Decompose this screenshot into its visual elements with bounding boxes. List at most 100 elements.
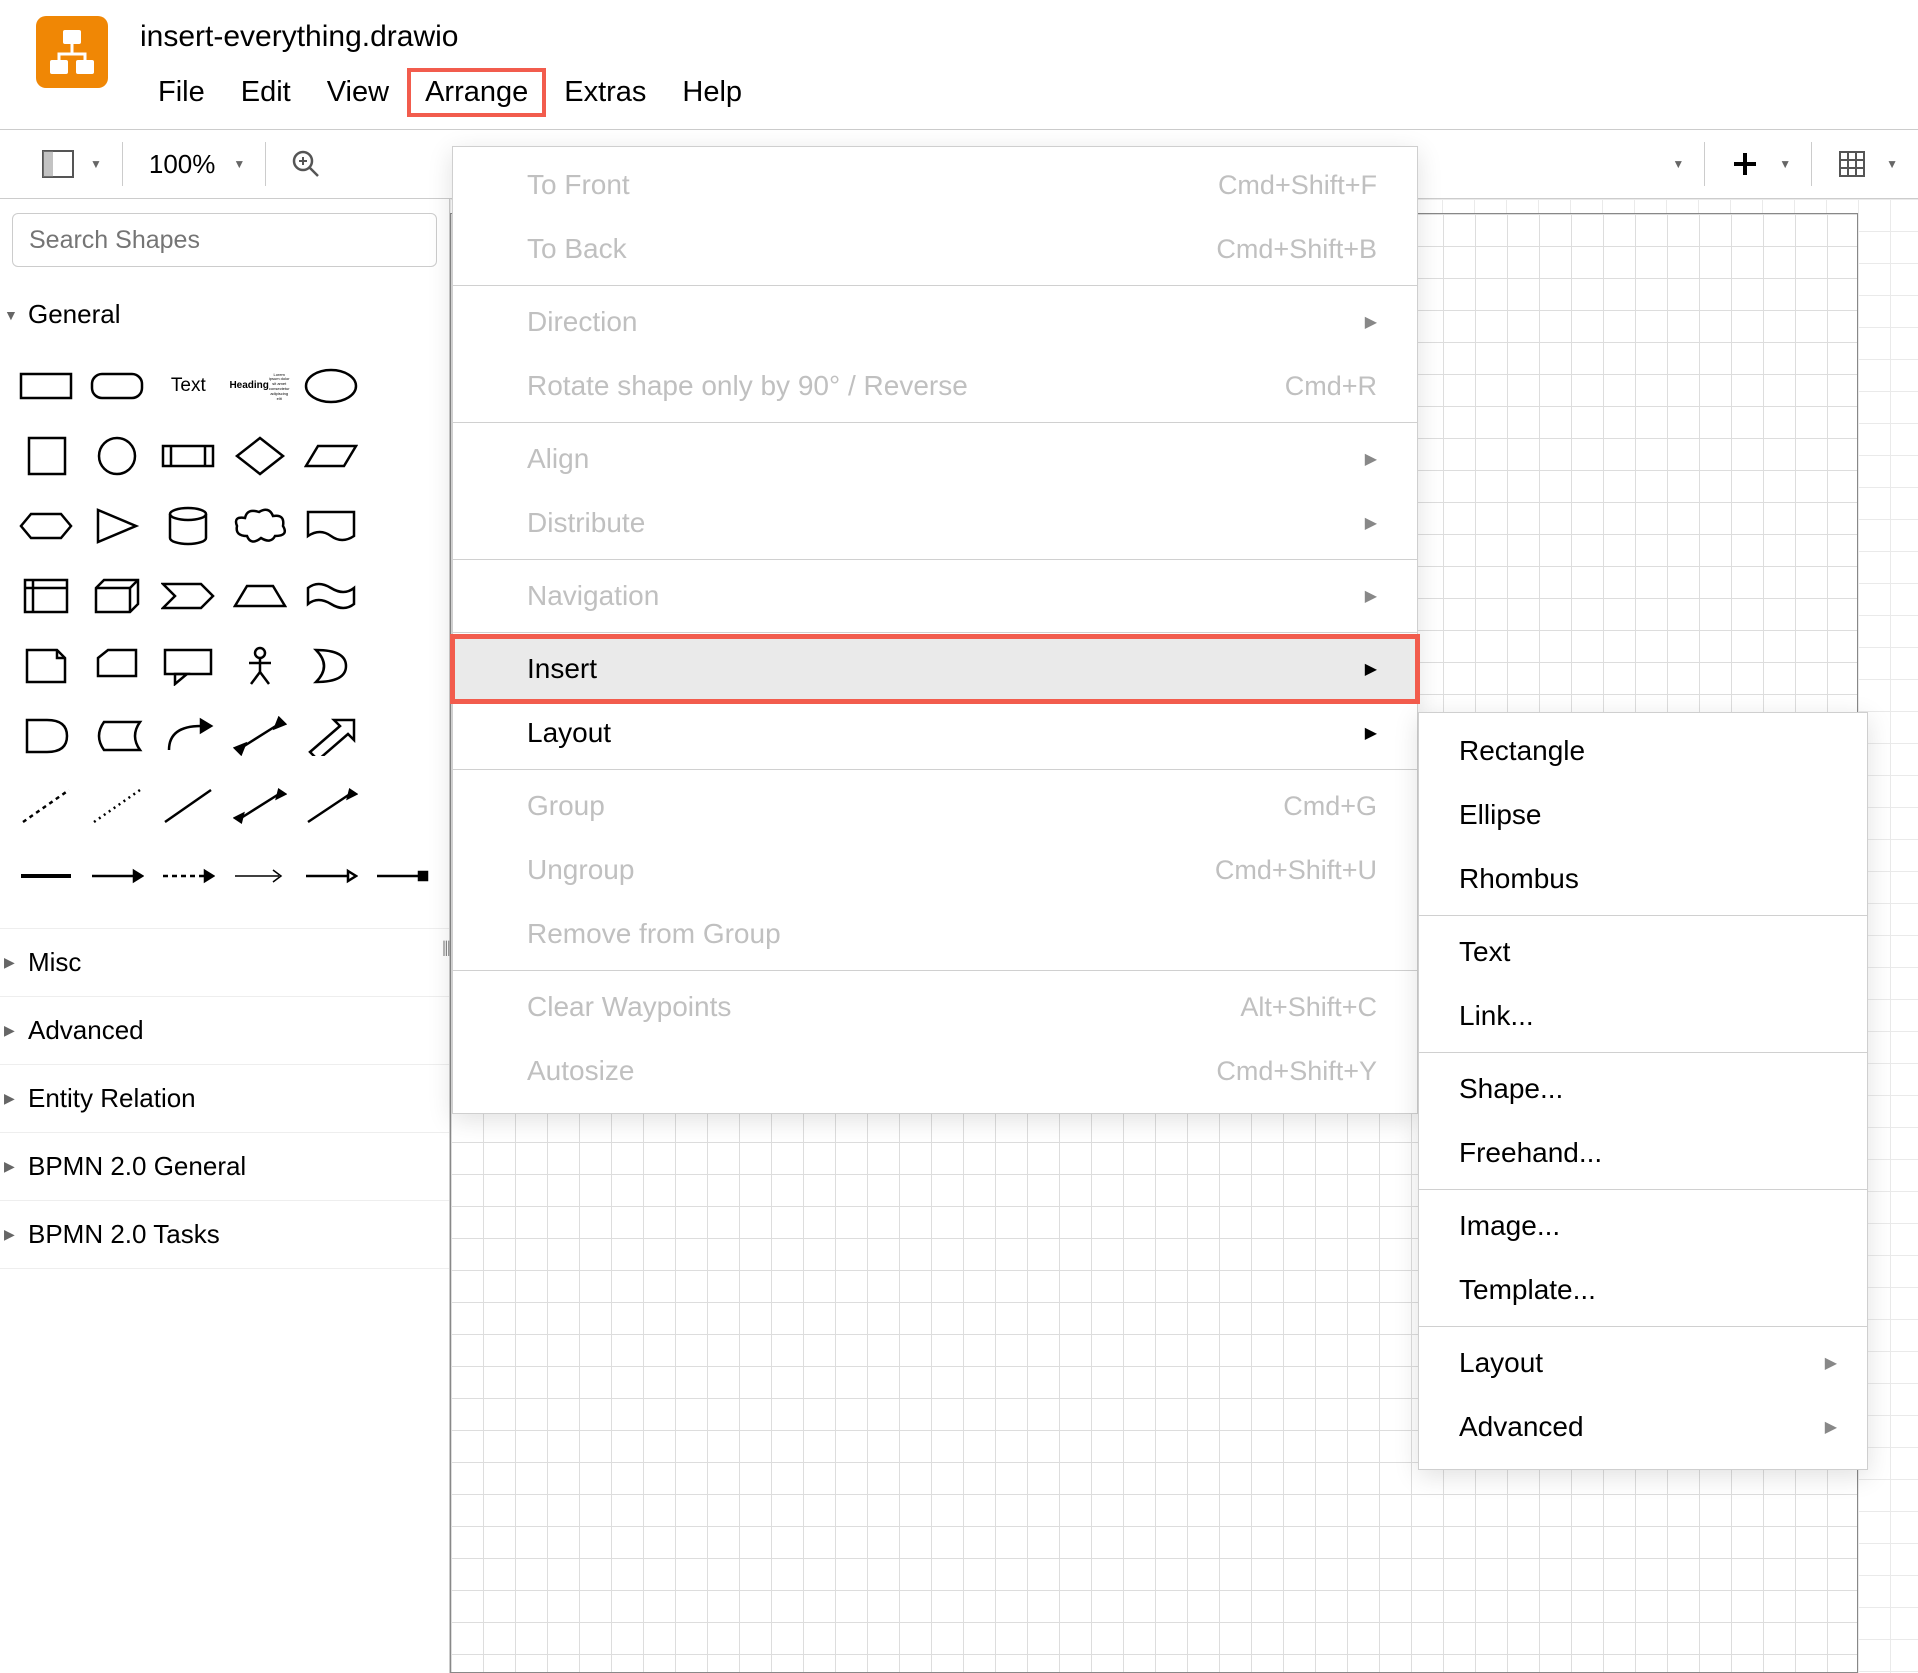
arrange-menu: To FrontCmd+Shift+F To BackCmd+Shift+B D… <box>452 146 1418 1114</box>
submenu-item-shape[interactable]: Shape... <box>1419 1057 1867 1121</box>
submenu-item-link[interactable]: Link... <box>1419 984 1867 1048</box>
shape-trapezoid[interactable] <box>230 566 290 626</box>
submenu-item-text[interactable]: Text <box>1419 920 1867 984</box>
app-logo <box>36 16 108 88</box>
shape-card[interactable] <box>87 636 147 696</box>
submenu-item-ellipse[interactable]: Ellipse <box>1419 783 1867 847</box>
submenu-item-advanced[interactable]: Advanced▶ <box>1419 1395 1867 1459</box>
shape-document[interactable] <box>301 496 361 556</box>
palette-header-entity-relation[interactable]: ▶Entity Relation <box>0 1065 449 1132</box>
submenu-item-layout[interactable]: Layout▶ <box>1419 1331 1867 1395</box>
menu-view[interactable]: View <box>309 68 407 117</box>
shape-and[interactable] <box>16 706 76 766</box>
submenu-item-template[interactable]: Template... <box>1419 1258 1867 1322</box>
menu-divider <box>453 632 1417 633</box>
chevron-down-icon[interactable]: ▼ <box>233 157 245 171</box>
shape-connector-thick[interactable] <box>16 846 76 906</box>
shape-rounded-rectangle[interactable] <box>87 356 147 416</box>
shape-thick-arrow[interactable] <box>301 706 361 766</box>
shape-step[interactable] <box>158 566 218 626</box>
shape-rhombus[interactable] <box>230 426 290 486</box>
shape-rectangle[interactable] <box>16 356 76 416</box>
chevron-right-icon: ▶ <box>1825 1353 1837 1373</box>
shape-data-storage[interactable] <box>87 706 147 766</box>
search-shapes-input[interactable] <box>12 213 437 267</box>
shape-parallelogram[interactable] <box>301 426 361 486</box>
shape-internal-storage[interactable] <box>16 566 76 626</box>
document-title[interactable]: insert-everything.drawio <box>140 20 760 54</box>
shape-cube[interactable] <box>87 566 147 626</box>
shape-ellipse[interactable] <box>301 356 361 416</box>
shape-actor[interactable] <box>230 636 290 696</box>
shape-cloud[interactable] <box>230 496 290 556</box>
shape-bidir-line[interactable] <box>230 776 290 836</box>
palette-label: Entity Relation <box>28 1083 196 1114</box>
menu-extras[interactable]: Extras <box>546 68 664 117</box>
chevron-down-icon[interactable]: ▼ <box>1886 157 1898 171</box>
menu-divider <box>453 285 1417 286</box>
shape-tape[interactable] <box>301 566 361 626</box>
chevron-down-icon[interactable]: ▼ <box>90 157 102 171</box>
shape-heading[interactable]: HeadingLorem ipsum dolor sit amet consec… <box>230 356 290 416</box>
menu-item-align: Align▶ <box>453 427 1417 491</box>
shape-process[interactable] <box>158 426 218 486</box>
palette-label: BPMN 2.0 Tasks <box>28 1219 220 1250</box>
shape-note[interactable] <box>16 636 76 696</box>
menu-item-insert[interactable]: Insert▶ <box>453 637 1417 701</box>
menu-arrange[interactable]: Arrange <box>407 68 546 117</box>
menu-divider <box>453 769 1417 770</box>
shape-text[interactable]: Text <box>158 356 218 416</box>
menu-item-ungroup: UngroupCmd+Shift+U <box>453 838 1417 902</box>
menu-item-layout[interactable]: Layout▶ <box>453 701 1417 765</box>
shape-arrow-line[interactable] <box>301 776 361 836</box>
shape-connector-dashed[interactable] <box>158 846 218 906</box>
chevron-right-icon: ▶ <box>1365 449 1377 469</box>
menu-help[interactable]: Help <box>664 68 760 117</box>
shape-curve-arrow[interactable] <box>158 706 218 766</box>
shape-dotted-line[interactable] <box>87 776 147 836</box>
zoom-in-icon[interactable] <box>286 144 326 184</box>
shape-connector-thin[interactable] <box>230 846 290 906</box>
shape-bidirectional-arrow[interactable] <box>230 706 290 766</box>
shape-square[interactable] <box>16 426 76 486</box>
palette-header-bpmn-general[interactable]: ▶BPMN 2.0 General <box>0 1133 449 1200</box>
menu-item-autosize: AutosizeCmd+Shift+Y <box>453 1039 1417 1103</box>
chevron-right-icon: ▶ <box>1365 586 1377 606</box>
shape-cylinder[interactable] <box>158 496 218 556</box>
chevron-right-icon: ▶ <box>4 954 20 971</box>
chevron-down-icon[interactable]: ▼ <box>1672 157 1684 171</box>
shape-connector-open[interactable] <box>301 846 361 906</box>
sidebar-resize-handle[interactable]: ⦀ <box>442 939 451 962</box>
menu-item-navigation: Navigation▶ <box>453 564 1417 628</box>
submenu-item-rectangle[interactable]: Rectangle <box>1419 719 1867 783</box>
chevron-right-icon: ▶ <box>4 1022 20 1039</box>
shape-dashed-line[interactable] <box>16 776 76 836</box>
zoom-level[interactable]: 100% <box>143 149 222 180</box>
menu-divider <box>1419 1189 1867 1190</box>
shape-line[interactable] <box>158 776 218 836</box>
submenu-item-image[interactable]: Image... <box>1419 1194 1867 1258</box>
submenu-item-rhombus[interactable]: Rhombus <box>1419 847 1867 911</box>
shape-callout[interactable] <box>158 636 218 696</box>
menu-edit[interactable]: Edit <box>223 68 309 117</box>
chevron-down-icon[interactable]: ▼ <box>1779 157 1791 171</box>
palette-label: Advanced <box>28 1015 144 1046</box>
submenu-item-freehand[interactable]: Freehand... <box>1419 1121 1867 1185</box>
grid-icon[interactable] <box>1832 144 1872 184</box>
shape-triangle[interactable] <box>87 496 147 556</box>
shape-connector-assoc[interactable] <box>372 846 432 906</box>
palette-header-general[interactable]: ▼ General <box>0 281 449 348</box>
plus-icon[interactable] <box>1725 144 1765 184</box>
shape-hexagon[interactable] <box>16 496 76 556</box>
menu-file[interactable]: File <box>140 68 223 117</box>
shape-circle[interactable] <box>87 426 147 486</box>
shape-connector-arrow[interactable] <box>87 846 147 906</box>
palette-header-advanced[interactable]: ▶ Advanced <box>0 997 449 1064</box>
chevron-right-icon: ▶ <box>1365 312 1377 332</box>
palette-header-bpmn-tasks[interactable]: ▶BPMN 2.0 Tasks <box>0 1201 449 1268</box>
app-header: insert-everything.drawio File Edit View … <box>0 0 1918 117</box>
palette-header-misc[interactable]: ▶Misc <box>0 929 449 996</box>
sidebar-toggle-icon[interactable] <box>38 144 78 184</box>
shape-or[interactable] <box>301 636 361 696</box>
menu-divider <box>453 422 1417 423</box>
